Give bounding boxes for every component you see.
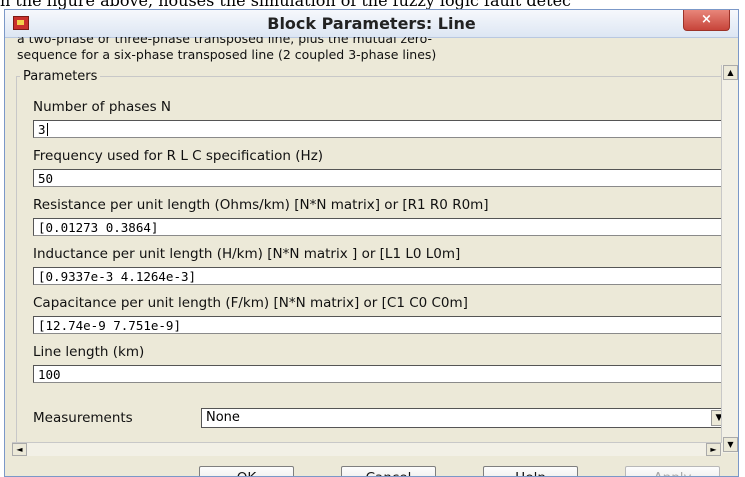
number-of-phases-label: Number of phases N	[33, 99, 171, 115]
number-of-phases-value: 3	[38, 122, 46, 137]
description-line: a two-phase or three-phase transposed li…	[17, 37, 433, 46]
title-bar[interactable]: Block Parameters: Line ×	[5, 10, 738, 38]
close-button[interactable]: ×	[683, 10, 730, 31]
scroll-up-icon[interactable]: ▲	[723, 65, 738, 80]
parameters-group-label: Parameters	[20, 69, 101, 84]
line-length-input[interactable]: 100	[33, 365, 729, 383]
measurements-label: Measurements	[33, 410, 133, 426]
ok-button[interactable]: OK	[199, 466, 294, 476]
measurements-selected-value: None	[206, 410, 240, 425]
frequency-label: Frequency used for R L C specification (…	[33, 148, 324, 164]
scroll-left-icon[interactable]: ◄	[12, 443, 27, 456]
cancel-button[interactable]: Cancel	[341, 466, 436, 476]
dialog-client-area: a two-phase or three-phase transposed li…	[5, 37, 738, 476]
block-parameters-dialog: Block Parameters: Line × a two-phase or …	[4, 9, 739, 477]
help-button[interactable]: Help	[483, 466, 578, 476]
dialog-button-row: OK Cancel Help Apply	[5, 466, 738, 476]
page-caption-text: n the figure above, houses the simulatio…	[0, 0, 745, 9]
capacitance-label: Capacitance per unit length (F/km) [N*N …	[33, 295, 468, 311]
inductance-label: Inductance per unit length (H/km) [N*N m…	[33, 246, 461, 262]
close-icon: ×	[701, 12, 712, 27]
scroll-down-icon[interactable]: ▼	[723, 437, 738, 452]
frequency-input[interactable]: 50	[33, 169, 729, 187]
apply-button[interactable]: Apply	[625, 466, 720, 476]
dialog-title: Block Parameters: Line	[267, 14, 476, 33]
description-line: sequence for a six-phase transposed line…	[17, 47, 437, 62]
vertical-scrollbar[interactable]: ▲ ▼	[721, 65, 738, 453]
horizontal-scrollbar[interactable]: ◄ ►	[12, 442, 722, 456]
resistance-input[interactable]: [0.01273 0.3864]	[33, 218, 729, 236]
line-length-label: Line length (km)	[33, 344, 145, 360]
resistance-label: Resistance per unit length (Ohms/km) [N*…	[33, 197, 489, 213]
block-description: a two-phase or three-phase transposed li…	[17, 37, 722, 71]
number-of-phases-input[interactable]: 3	[33, 120, 729, 138]
measurements-dropdown[interactable]: None ▼	[201, 408, 729, 428]
text-cursor	[46, 123, 48, 136]
scroll-right-icon[interactable]: ►	[706, 443, 721, 456]
capacitance-input[interactable]: [12.74e-9 7.751e-9]	[33, 316, 729, 334]
inductance-input[interactable]: [0.9337e-3 4.1264e-3]	[33, 267, 729, 285]
